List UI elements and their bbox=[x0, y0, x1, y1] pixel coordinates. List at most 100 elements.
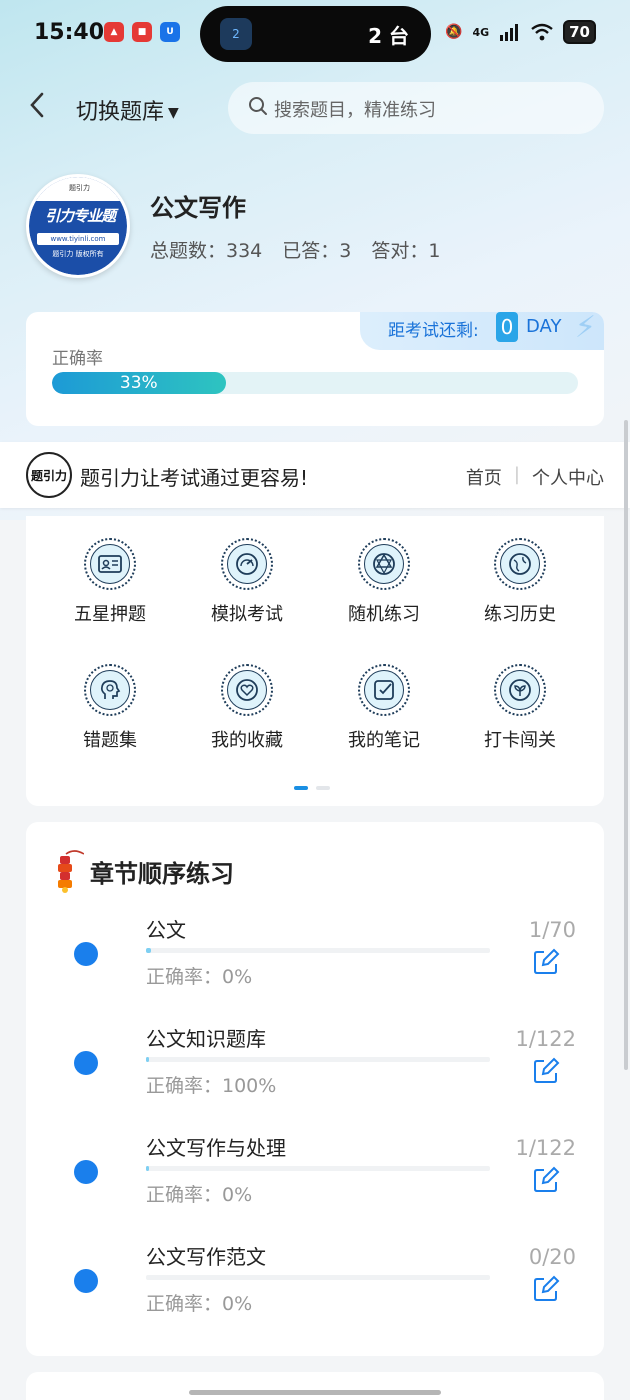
chapter-progress-fill bbox=[146, 1166, 150, 1171]
function-notes[interactable]: 我的笔记 bbox=[324, 664, 444, 752]
id-card-icon bbox=[90, 544, 130, 584]
chapter-progress-bar bbox=[146, 948, 490, 953]
app-notification-icon: ▲ bbox=[104, 22, 124, 42]
top-nav: 切换题库 ▼ 搜索题目，精准练习 bbox=[0, 80, 630, 134]
function-label: 随机练习 bbox=[348, 604, 420, 625]
network-icon bbox=[364, 544, 404, 584]
edit-icon[interactable] bbox=[532, 948, 560, 976]
next-section-card bbox=[26, 1372, 604, 1400]
function-label: 我的笔记 bbox=[348, 730, 420, 751]
bank-title: 公文写作 bbox=[150, 194, 246, 222]
chapter-bullet bbox=[74, 942, 98, 966]
scrollbar[interactable] bbox=[624, 420, 628, 1070]
head-icon bbox=[90, 670, 130, 710]
broadcast-icon: 2 bbox=[220, 18, 252, 50]
nav-home-link[interactable]: 首页 bbox=[466, 464, 502, 490]
accuracy-label: 正确率 bbox=[52, 349, 103, 369]
exam-days-value: 0 bbox=[496, 312, 518, 342]
logo-url: www.tiyinli.com bbox=[37, 233, 119, 245]
chapter-accuracy: 正确率：0% bbox=[146, 1293, 253, 1315]
brand-slogan: 题引力让考试通过更容易! bbox=[80, 466, 309, 490]
function-five-star[interactable]: 五星押题 bbox=[50, 538, 170, 626]
exam-countdown-label: 距考试还剩: bbox=[388, 321, 479, 341]
function-mock-exam[interactable]: 模拟考试 bbox=[187, 538, 307, 626]
chapter-bullet bbox=[74, 1160, 98, 1184]
wifi-icon bbox=[531, 23, 553, 41]
firecracker-icon bbox=[58, 850, 84, 893]
nav-profile-link[interactable]: 个人中心 bbox=[532, 464, 604, 490]
caret-down-icon: ▼ bbox=[168, 105, 179, 121]
lightning-icon: ⚡ bbox=[574, 312, 596, 345]
function-wrong-set[interactable]: 错题集 bbox=[50, 664, 170, 752]
heart-icon bbox=[227, 670, 267, 710]
chapter-accuracy: 正确率：0% bbox=[146, 1184, 253, 1206]
status-indicators: 🔕 4G 70 bbox=[445, 20, 596, 44]
chapter-item[interactable]: 公文写作范文 正确率：0% 0/20 bbox=[26, 1241, 604, 1341]
chapter-accuracy: 正确率：0% bbox=[146, 966, 253, 988]
accuracy-progress-fill: 33% bbox=[52, 372, 226, 394]
function-checkin[interactable]: 打卡闯关 bbox=[460, 664, 580, 752]
note-check-icon bbox=[364, 670, 404, 710]
chapter-item[interactable]: 公文写作与处理 正确率：0% 1/122 bbox=[26, 1132, 604, 1232]
leaf-icon bbox=[500, 670, 540, 710]
app-notification-icon: ■ bbox=[132, 22, 152, 42]
brand-banner: 题引力 题引力让考试通过更容易! 首页 | 个人中心 bbox=[0, 442, 630, 508]
chapter-accuracy: 正确率：100% bbox=[146, 1075, 277, 1097]
app-notification-icon: U bbox=[160, 22, 180, 42]
status-bar: 15:40 ▲ ■ U 2 2 台 🔕 4G 70 bbox=[0, 0, 630, 68]
function-label: 练习历史 bbox=[484, 604, 556, 625]
dynamic-island[interactable]: 2 2 台 bbox=[200, 6, 431, 62]
search-input[interactable]: 搜索题目，精准练习 bbox=[228, 82, 604, 134]
carousel-dot-active[interactable] bbox=[294, 786, 308, 790]
chapter-count: 1/70 bbox=[528, 918, 576, 942]
back-arrow-icon[interactable] bbox=[28, 92, 46, 125]
function-history[interactable]: 练习历史 bbox=[460, 538, 580, 626]
signal-icon bbox=[500, 24, 519, 41]
brand-logo: 题引力 bbox=[26, 452, 72, 498]
function-favorites[interactable]: 我的收藏 bbox=[187, 664, 307, 752]
chapter-section-header: 章节顺序练习 bbox=[54, 848, 234, 894]
chapter-bullet bbox=[74, 1051, 98, 1075]
chapter-name: 公文写作范文 bbox=[146, 1245, 266, 1269]
globe-icon bbox=[500, 544, 540, 584]
chapter-section-title: 章节顺序练习 bbox=[90, 859, 234, 888]
chapter-bullet bbox=[74, 1269, 98, 1293]
status-time: 15:40 bbox=[34, 20, 105, 45]
chapter-item[interactable]: 公文知识题库 正确率：100% 1/122 bbox=[26, 1023, 604, 1123]
bank-logo: 题引力 引力专业题 www.tiyinli.com 题引力 版权所有 bbox=[26, 174, 130, 278]
correct-count: 答对：1 bbox=[371, 240, 441, 262]
speedometer-icon bbox=[227, 544, 267, 584]
edit-icon[interactable] bbox=[532, 1275, 560, 1303]
banner-nav: 首页 | 个人中心 bbox=[466, 464, 604, 490]
chapter-count: 1/122 bbox=[515, 1027, 576, 1051]
edit-icon[interactable] bbox=[532, 1166, 560, 1194]
battery-indicator: 70 bbox=[563, 20, 596, 44]
switch-bank-dropdown[interactable]: 切换题库 ▼ bbox=[76, 94, 179, 126]
chapter-item[interactable]: 公文 正确率：0% 1/70 bbox=[26, 914, 604, 1014]
chapter-count: 1/122 bbox=[515, 1136, 576, 1160]
chapter-name: 公文写作与处理 bbox=[146, 1136, 286, 1160]
function-grid: 五星押题 模拟考试 随机练习 练习历史 错题集 我的收藏 我的笔记 打卡闯关 bbox=[26, 516, 604, 806]
logo-brand-text: 引力专业题 bbox=[44, 207, 116, 225]
exam-countdown-tag: 距考试还剩: 0 DAY ⚡ bbox=[360, 312, 604, 350]
home-indicator[interactable] bbox=[189, 1390, 441, 1395]
function-label: 错题集 bbox=[83, 730, 137, 751]
notification-icons: ▲ ■ U bbox=[104, 22, 180, 42]
chapter-name: 公文知识题库 bbox=[146, 1027, 266, 1051]
search-placeholder: 搜索题目，精准练习 bbox=[274, 100, 436, 121]
exam-days-unit: DAY bbox=[526, 316, 562, 337]
chapter-practice-card: 章节顺序练习 公文 正确率：0% 1/70 公文知识题库 正确率：100% 1/… bbox=[26, 822, 604, 1356]
function-random-practice[interactable]: 随机练习 bbox=[324, 538, 444, 626]
edit-icon[interactable] bbox=[532, 1057, 560, 1085]
chapter-progress-bar bbox=[146, 1166, 490, 1171]
function-label: 打卡闯关 bbox=[484, 730, 556, 751]
function-label: 模拟考试 bbox=[211, 604, 283, 625]
accuracy-percent: 33% bbox=[119, 373, 158, 393]
switch-bank-label: 切换题库 bbox=[76, 100, 165, 125]
total-count: 总题数：334 bbox=[150, 240, 263, 262]
chapter-name: 公文 bbox=[146, 918, 186, 942]
nav-divider: | bbox=[513, 464, 520, 485]
bank-stats: 总题数：334 已答：3 答对：1 bbox=[150, 236, 440, 263]
carousel-dot[interactable] bbox=[316, 786, 330, 790]
logo-mark: 题引力 bbox=[69, 184, 90, 192]
